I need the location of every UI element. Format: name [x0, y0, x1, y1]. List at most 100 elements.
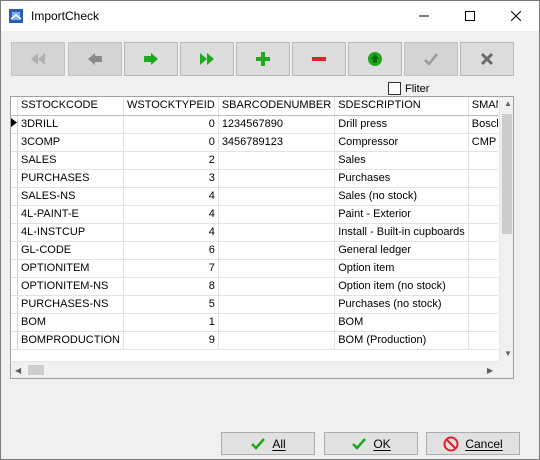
stock-code-cell[interactable]: OPTIONITEM-NS — [17, 277, 124, 296]
description-cell[interactable]: Compressor — [334, 133, 469, 152]
table-row[interactable]: GL-CODE 6 General ledger — [11, 241, 498, 260]
scroll-up-icon[interactable]: ▲ — [504, 99, 512, 108]
description-cell[interactable]: Option item (no stock) — [334, 277, 469, 296]
stock-code-cell[interactable]: PURCHASES — [17, 169, 124, 188]
table-row[interactable]: OPTIONITEM 7 Option item — [11, 259, 498, 278]
stock-code-cell[interactable]: SALES — [17, 151, 124, 170]
vertical-scrollbar[interactable]: ▲ ▼ — [499, 97, 513, 361]
vertical-scroll-thumb[interactable] — [502, 114, 512, 234]
column-header-sstockcode[interactable]: SSTOCKCODE — [17, 97, 124, 116]
stock-code-cell[interactable]: 4L-PAINT-E — [17, 205, 124, 224]
manufacturer-cell[interactable] — [468, 331, 498, 350]
barcode-cell[interactable] — [218, 205, 336, 224]
stock-code-cell[interactable]: BOM — [17, 313, 124, 332]
manufacturer-cell[interactable] — [468, 169, 498, 188]
stock-type-cell[interactable]: 2 — [123, 151, 219, 170]
close-button[interactable] — [493, 1, 539, 31]
stock-type-cell[interactable]: 1 — [123, 313, 219, 332]
stock-type-cell[interactable]: 5 — [123, 295, 219, 314]
stock-type-cell[interactable]: 3 — [123, 169, 219, 188]
barcode-cell[interactable] — [218, 295, 336, 314]
description-cell[interactable]: Install - Built-in cupboards — [334, 223, 469, 242]
description-cell[interactable]: Purchases — [334, 169, 469, 188]
stock-type-cell[interactable]: 7 — [123, 259, 219, 278]
description-cell[interactable]: BOM — [334, 313, 469, 332]
stock-type-cell[interactable]: 4 — [123, 223, 219, 242]
manufacturer-cell[interactable] — [468, 241, 498, 260]
manufacturer-cell[interactable] — [468, 187, 498, 206]
barcode-cell[interactable] — [218, 169, 336, 188]
barcode-cell[interactable] — [218, 187, 336, 206]
stock-code-cell[interactable]: GL-CODE — [17, 241, 124, 260]
stock-code-cell[interactable]: PURCHASES-NS — [17, 295, 124, 314]
manufacturer-cell[interactable] — [468, 295, 498, 314]
column-header-smanufacturer[interactable]: SMANI — [468, 97, 498, 116]
description-cell[interactable]: Option item — [334, 259, 469, 278]
stock-type-cell[interactable]: 0 — [123, 133, 219, 152]
description-cell[interactable]: Sales — [334, 151, 469, 170]
barcode-cell[interactable] — [218, 241, 336, 260]
table-row[interactable]: BOMPRODUCTION 9 BOM (Production) — [11, 331, 498, 350]
post-edit-button[interactable] — [404, 42, 458, 76]
stock-type-cell[interactable]: 0 — [123, 115, 219, 134]
horizontal-scroll-thumb[interactable] — [28, 365, 44, 375]
filter-option[interactable]: Fliter — [388, 82, 429, 95]
edit-record-button[interactable] — [348, 42, 402, 76]
stock-code-cell[interactable]: 3COMP — [17, 133, 124, 152]
table-row[interactable]: PURCHASES 3 Purchases — [11, 169, 498, 188]
table-row[interactable]: PURCHASES-NS 5 Purchases (no stock) — [11, 295, 498, 314]
manufacturer-cell[interactable] — [468, 205, 498, 224]
table-row[interactable]: 4L-PAINT-E 4 Paint - Exterior — [11, 205, 498, 224]
stock-code-cell[interactable]: OPTIONITEM — [17, 259, 124, 278]
cancel-edit-button[interactable] — [460, 42, 514, 76]
description-cell[interactable]: BOM (Production) — [334, 331, 469, 350]
horizontal-scrollbar[interactable]: ◀ ▶ — [11, 361, 499, 378]
stock-code-cell[interactable]: SALES-NS — [17, 187, 124, 206]
table-row[interactable]: SALES-NS 4 Sales (no stock) — [11, 187, 498, 206]
stock-type-cell[interactable]: 9 — [123, 331, 219, 350]
column-header-sbarcodenumber[interactable]: SBARCODENUMBER — [218, 97, 336, 116]
barcode-cell[interactable] — [218, 259, 336, 278]
ok-button[interactable]: OK — [324, 432, 418, 455]
scroll-right-icon[interactable]: ▶ — [487, 366, 493, 375]
column-header-sdescription[interactable]: SDESCRIPTION — [334, 97, 469, 116]
filter-checkbox[interactable] — [388, 82, 401, 95]
stock-type-cell[interactable]: 4 — [123, 205, 219, 224]
description-cell[interactable]: Purchases (no stock) — [334, 295, 469, 314]
stock-code-cell[interactable]: 3DRILL — [17, 115, 124, 134]
stock-type-cell[interactable]: 8 — [123, 277, 219, 296]
barcode-cell[interactable] — [218, 313, 336, 332]
scroll-left-icon[interactable]: ◀ — [15, 366, 21, 375]
manufacturer-cell[interactable] — [468, 259, 498, 278]
first-record-button[interactable] — [11, 42, 65, 76]
data-grid[interactable]: SSTOCKCODE WSTOCKTYPEID SBARCODENUMBER S… — [10, 96, 514, 379]
stock-code-cell[interactable]: 4L-INSTCUP — [17, 223, 124, 242]
table-row[interactable]: OPTIONITEM-NS 8 Option item (no stock) — [11, 277, 498, 296]
cancel-button[interactable]: Cancel — [426, 432, 520, 455]
table-row[interactable]: SALES 2 Sales — [11, 151, 498, 170]
insert-record-button[interactable] — [236, 42, 290, 76]
all-button[interactable]: All — [221, 432, 315, 455]
maximize-button[interactable] — [447, 1, 493, 31]
manufacturer-cell[interactable]: Bosch — [468, 115, 498, 134]
description-cell[interactable]: Sales (no stock) — [334, 187, 469, 206]
stock-type-cell[interactable]: 6 — [123, 241, 219, 260]
manufacturer-cell[interactable] — [468, 313, 498, 332]
next-record-button[interactable] — [124, 42, 178, 76]
manufacturer-cell[interactable] — [468, 277, 498, 296]
stock-code-cell[interactable]: BOMPRODUCTION — [17, 331, 124, 350]
prior-record-button[interactable] — [68, 42, 122, 76]
barcode-cell[interactable]: 1234567890 — [218, 115, 336, 134]
table-row[interactable]: 4L-INSTCUP 4 Install - Built-in cupboards — [11, 223, 498, 242]
manufacturer-cell[interactable] — [468, 223, 498, 242]
barcode-cell[interactable] — [218, 223, 336, 242]
scroll-down-icon[interactable]: ▼ — [504, 349, 512, 358]
last-record-button[interactable] — [180, 42, 234, 76]
barcode-cell[interactable]: 3456789123 — [218, 133, 336, 152]
table-row[interactable]: BOM 1 BOM — [11, 313, 498, 332]
barcode-cell[interactable] — [218, 277, 336, 296]
table-row[interactable]: 3DRILL01234567890Drill pressBosch — [11, 115, 498, 134]
description-cell[interactable]: Drill press — [334, 115, 469, 134]
barcode-cell[interactable] — [218, 151, 336, 170]
description-cell[interactable]: Paint - Exterior — [334, 205, 469, 224]
